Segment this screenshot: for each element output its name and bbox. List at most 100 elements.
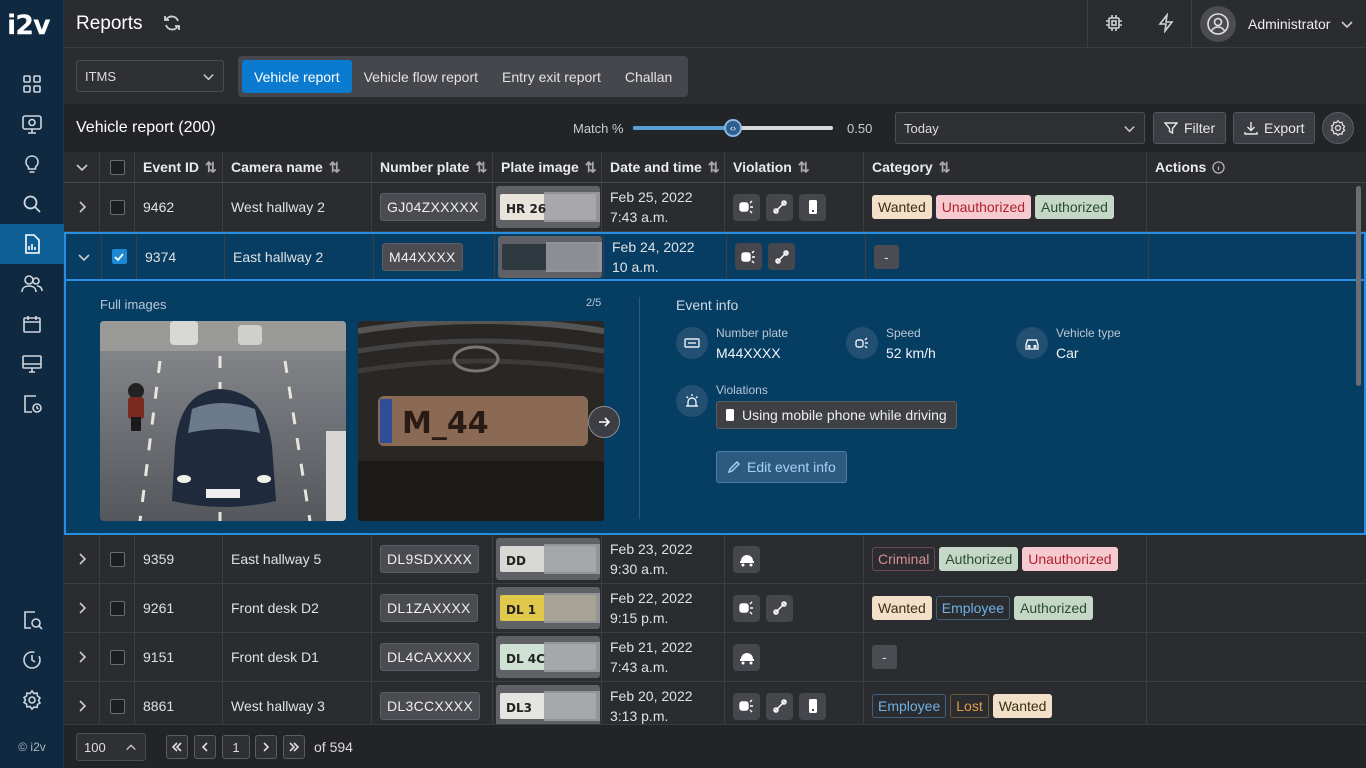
info-icon[interactable] (1212, 160, 1226, 174)
history-icon[interactable] (0, 640, 64, 680)
monitor-icon[interactable] (0, 104, 64, 144)
chevron-down-icon[interactable] (1340, 17, 1354, 31)
seatbelt-violation-icon[interactable] (768, 243, 795, 270)
row-checkbox[interactable] (109, 199, 125, 215)
select-all-checkbox[interactable] (100, 152, 135, 182)
edit-event-info-button[interactable]: Edit event info (716, 451, 847, 483)
collapse-all-icon[interactable] (64, 152, 100, 182)
last-page-button[interactable] (283, 735, 305, 759)
tab-vehicle-report[interactable]: Vehicle report (242, 60, 352, 93)
avatar[interactable] (1200, 6, 1236, 42)
column-camera-name[interactable]: Camera name ⇅ (223, 152, 372, 182)
export-button[interactable]: Export (1233, 112, 1316, 144)
row-checkbox[interactable] (109, 698, 125, 714)
table-row[interactable]: 9359 East hallway 5 DL9SDXXXX DD Feb 23, 202… (64, 535, 1366, 584)
plate-image-cell: DL 1 (493, 584, 602, 632)
file-search-icon[interactable] (0, 600, 64, 640)
match-label: Match % (573, 121, 624, 136)
full-image-plate-closeup[interactable]: M_44 (358, 321, 604, 521)
refresh-icon[interactable] (162, 13, 182, 33)
sort-icon[interactable]: ⇅ (708, 159, 720, 176)
expand-row-icon[interactable] (66, 234, 102, 279)
column-violation[interactable]: Violation ⇅ (725, 152, 864, 182)
row-checkbox[interactable] (111, 249, 127, 264)
column-plate-image[interactable]: Plate image ⇅ (493, 152, 602, 182)
system-select[interactable]: ITMS (76, 60, 224, 92)
table-row[interactable]: 9261 Front desk D2 DL1ZAXXXX DL 1 Feb 22, 20… (64, 584, 1366, 633)
report-schedule-icon[interactable] (0, 384, 64, 424)
next-image-button[interactable] (588, 406, 620, 438)
page-number-input[interactable]: 1 (222, 735, 250, 759)
table-row[interactable]: 9374 East hallway 2 M44XXXX Feb 24, 2022 10 … (64, 232, 1366, 281)
settings-icon[interactable] (0, 680, 64, 720)
speed-violation-icon[interactable] (733, 594, 760, 622)
speed-violation-icon[interactable] (733, 193, 760, 221)
expand-row-icon[interactable] (64, 183, 100, 231)
column-number-plate[interactable]: Number plate ⇅ (372, 152, 493, 182)
tab-vehicle-flow-report[interactable]: Vehicle flow report (352, 60, 490, 93)
car-icon (1016, 327, 1048, 359)
checkbox[interactable] (109, 159, 125, 175)
row-checkbox[interactable] (109, 551, 125, 567)
expand-row-icon[interactable] (64, 535, 100, 583)
table-row[interactable]: 8861 West hallway 3 DL3CCXXXX DL3 Feb 20, 20… (64, 682, 1366, 724)
next-page-button[interactable] (255, 735, 277, 759)
helmet-violation-icon[interactable] (733, 643, 760, 671)
sort-icon[interactable]: ⇅ (939, 159, 951, 176)
column-date-time[interactable]: Date and time ⇅ (602, 152, 725, 182)
expand-row-icon[interactable] (64, 633, 100, 681)
mobile-phone-violation-icon[interactable] (799, 692, 826, 720)
speed-violation-icon[interactable] (733, 692, 760, 720)
user-name[interactable]: Administrator (1248, 16, 1330, 32)
search-icon[interactable] (0, 184, 64, 224)
table-scrollbar[interactable] (1356, 186, 1361, 386)
sort-icon[interactable]: ⇅ (205, 159, 217, 176)
table-row[interactable]: 9151 Front desk D1 DL4CAXXXX DL 4C Feb 21, 2… (64, 633, 1366, 682)
mobile-phone-violation-icon[interactable] (799, 193, 826, 221)
row-checkbox[interactable] (109, 649, 125, 665)
sort-icon[interactable]: ⇅ (798, 159, 810, 176)
plate-image[interactable] (498, 235, 602, 278)
users-icon[interactable] (0, 264, 64, 304)
date-time: Feb 25, 2022 7:43 a.m. (602, 183, 725, 231)
page-size-select[interactable]: 100 (76, 733, 146, 761)
match-slider-handle[interactable]: ‹› (724, 119, 742, 137)
sort-icon[interactable]: ⇅ (329, 159, 341, 176)
plate-image[interactable]: DL 1 (496, 587, 600, 629)
plate-image[interactable]: HR 26 (496, 186, 600, 228)
column-category[interactable]: Category ⇅ (864, 152, 1147, 182)
filter-button[interactable]: Filter (1153, 112, 1227, 144)
lightning-icon[interactable] (1156, 13, 1176, 33)
chip-icon[interactable] (1104, 13, 1124, 33)
expand-row-icon[interactable] (64, 584, 100, 632)
helmet-violation-icon[interactable] (733, 545, 760, 573)
row-checkbox[interactable] (109, 600, 125, 616)
lightbulb-icon[interactable] (0, 144, 64, 184)
seatbelt-violation-icon[interactable] (766, 594, 793, 622)
column-event-id[interactable]: Event ID ⇅ (135, 152, 223, 182)
tab-challan[interactable]: Challan (613, 60, 684, 93)
date-range-select[interactable]: Today (895, 112, 1145, 144)
tab-entry-exit-report[interactable]: Entry exit report (490, 60, 613, 93)
seatbelt-violation-icon[interactable] (766, 193, 793, 221)
prev-page-button[interactable] (194, 735, 216, 759)
speed-violation-icon[interactable] (735, 243, 762, 270)
desktop-icon[interactable] (0, 344, 64, 384)
seatbelt-violation-icon[interactable] (766, 692, 793, 720)
table-row[interactable]: 9462 West hallway 2 GJ04ZXXXXX HR 26 Feb 25,… (64, 183, 1366, 232)
expand-row-icon[interactable] (64, 682, 100, 724)
full-image-scene[interactable] (100, 321, 346, 521)
column-settings-icon[interactable] (1322, 112, 1354, 144)
reports-icon[interactable] (0, 224, 64, 264)
plate-image[interactable]: DD (496, 538, 600, 580)
sort-icon[interactable]: ⇅ (585, 159, 597, 176)
calendar-icon[interactable] (0, 304, 64, 344)
category-cell: - (866, 234, 1149, 279)
dashboard-icon[interactable] (0, 64, 64, 104)
plate-image[interactable]: DL3 (496, 685, 600, 724)
match-slider[interactable]: ‹› (633, 119, 833, 137)
plate-image[interactable]: DL 4C (496, 636, 600, 678)
first-page-button[interactable] (166, 735, 188, 759)
report-header: Vehicle report (200) Match % ‹› 0.50 Tod… (64, 104, 1366, 152)
sort-icon[interactable]: ⇅ (475, 159, 487, 176)
